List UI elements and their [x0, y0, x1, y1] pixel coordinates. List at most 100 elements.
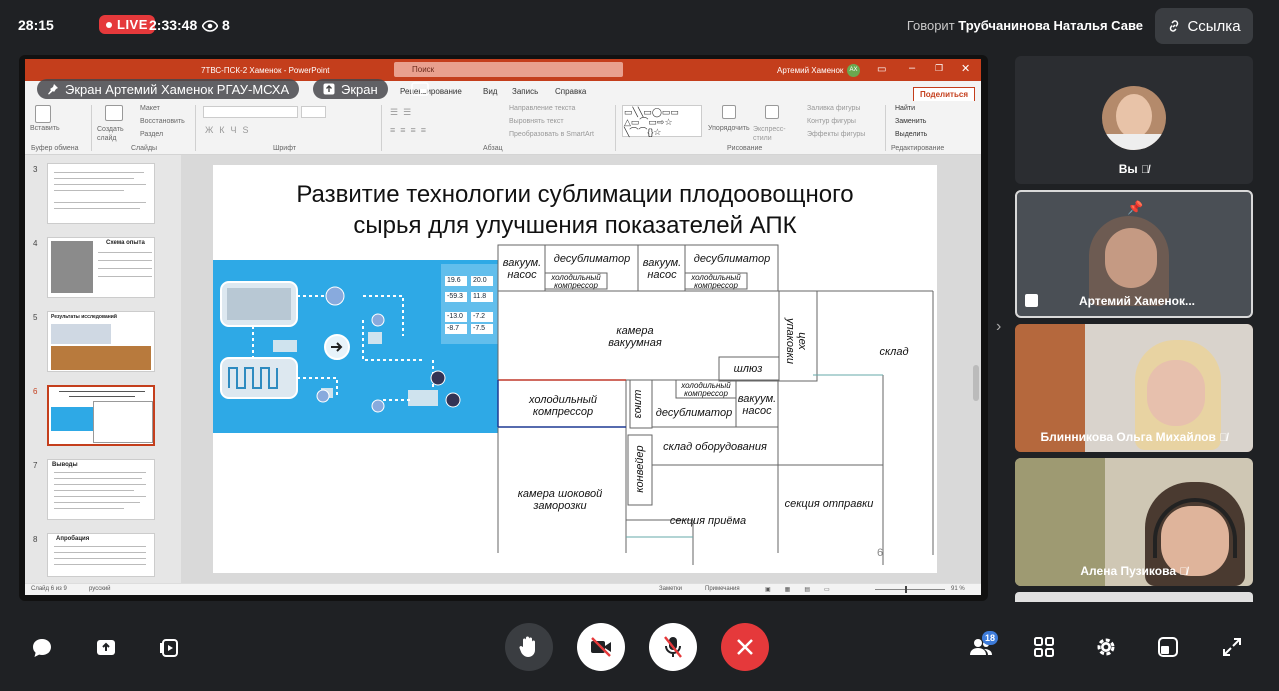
shapes-gallery[interactable]: ▭╲╲▭◯▭▭ △▭⌒▭⇨☆ ╲⌒⌒{}☆ [622, 105, 702, 137]
thumb-title: Апробация [56, 536, 90, 542]
copy-link-button[interactable]: Ссылка [1155, 8, 1253, 44]
thumb-text-line [98, 276, 152, 277]
active-speaker: Говорит Трубчанинова Наталья Саве [907, 18, 1143, 33]
paste-icon[interactable] [35, 105, 51, 123]
font-size-select[interactable] [301, 106, 326, 118]
shape-outline-button[interactable]: Контур фигуры [807, 118, 856, 125]
screen-label[interactable]: Экран [313, 79, 388, 99]
slide-canvas[interactable]: Развитие технологии сублимации плодоовощ… [213, 165, 937, 573]
grid-layout-icon[interactable] [1032, 636, 1056, 658]
section-button[interactable]: Раздел [140, 131, 163, 138]
plan-airlock: шлюз [733, 363, 763, 375]
thumb-number: 5 [33, 313, 38, 322]
thumb-slide-4[interactable]: Схема опыта [47, 237, 155, 298]
participant-tile-partial[interactable] [1015, 592, 1253, 602]
thumb-text-line [54, 190, 124, 191]
thumb-slide-6[interactable] [47, 385, 155, 446]
plan-packaging-shop: цех упаковки [784, 317, 808, 365]
leave-call-button[interactable] [721, 623, 769, 671]
thumb-text-line [54, 478, 142, 479]
plan-conveyor: конвейер [634, 445, 646, 493]
comments-button[interactable]: Примечания [705, 586, 740, 592]
zoom-slider-thumb[interactable] [905, 586, 907, 593]
thumb-table [51, 324, 111, 344]
ribbon-display-icon[interactable]: ▭ [877, 64, 886, 75]
maximize-icon[interactable]: ❐ [935, 63, 943, 74]
shared-screen[interactable]: 7ТВС-ПСК-2 Хаменок - PowerPoint Поиск Ар… [19, 55, 988, 601]
share-screen-icon[interactable] [94, 636, 118, 660]
camera-toggle-button[interactable] [577, 623, 625, 671]
participant-name: Блинникова Ольга Михайлов 🎙̸ [1015, 430, 1253, 444]
participant-name-text: Блинникова Ольга Михайлов [1040, 430, 1216, 444]
thumb-title: Схема опыта [106, 240, 145, 246]
elapsed-time: 2:33:48 [149, 17, 198, 33]
select-button[interactable]: Выделить [895, 131, 927, 138]
thumb-number: 3 [33, 165, 38, 174]
zoom-slider[interactable] [875, 589, 945, 590]
thumb-slide-8[interactable]: Апробация [47, 533, 155, 577]
ribbon-separator [615, 105, 616, 151]
menu-record[interactable]: Запись [512, 87, 538, 96]
smartart-button[interactable]: Преобразовать в SmartArt [509, 131, 594, 138]
participant-tile-self[interactable]: Вы 🎙̸ [1015, 56, 1253, 184]
close-icon[interactable]: ✕ [961, 62, 970, 75]
thumb-text-line [54, 490, 134, 491]
thumb-text-line [98, 268, 152, 269]
thumb-photo [51, 346, 151, 370]
participant-tile-blinnikova[interactable]: Блинникова Ольга Михайлов 🎙̸ [1015, 324, 1253, 452]
text-direction-button[interactable]: Направление текста [509, 105, 575, 112]
ribbon-separator [885, 105, 886, 151]
picture-in-picture-icon[interactable] [1156, 636, 1180, 658]
microphone-toggle-button[interactable] [649, 623, 697, 671]
settings-gear-icon[interactable] [1094, 636, 1118, 658]
font-name-select[interactable] [203, 106, 298, 118]
view-buttons[interactable]: ▣▦▤▭ [765, 586, 844, 593]
media-icon[interactable] [158, 636, 182, 660]
pin-icon[interactable]: 📌 [1127, 200, 1143, 216]
thumb-slide-5[interactable]: Результаты исследований [47, 311, 155, 372]
raise-hand-button[interactable] [505, 623, 553, 671]
layout-button[interactable]: Макет [140, 105, 160, 112]
thumb-text-line [54, 178, 134, 179]
pp-search-box[interactable]: Поиск [394, 62, 623, 77]
quick-styles-icon[interactable] [765, 105, 779, 119]
slide-scrollbar[interactable] [973, 365, 979, 401]
hand-icon [519, 636, 535, 657]
thumb-number: 4 [33, 239, 38, 248]
participant-tile-presenter[interactable]: 📌 Артемий Хаменок... [1015, 190, 1253, 318]
pip-icon[interactable] [411, 82, 429, 96]
reset-button[interactable]: Восстановить [140, 118, 185, 125]
list-icons[interactable]: ☰☰ [390, 107, 416, 118]
group-slides: Слайды [131, 145, 158, 152]
participants-count-badge: 18 [982, 631, 999, 645]
align-text-button[interactable]: Выровнять текст [509, 118, 564, 125]
align-icons[interactable]: ≡≡≡≡ [390, 125, 431, 135]
shape-effects-button[interactable]: Эффекты фигуры [807, 131, 865, 138]
group-editing: Редактирование [891, 145, 945, 152]
arrange-icon[interactable] [722, 105, 736, 119]
fullscreen-icon[interactable] [1220, 636, 1244, 658]
menu-view[interactable]: Вид [483, 87, 497, 96]
notes-button[interactable]: Заметки [659, 586, 682, 592]
pp-share-button[interactable]: Поделиться [912, 87, 975, 102]
thumb-slide-7[interactable]: Выводы [47, 459, 155, 520]
menu-review[interactable]: Рецензирование [400, 87, 462, 96]
pp-user-name: Артемий Хаменок [777, 66, 844, 75]
thumb-text-line [54, 472, 146, 473]
thumb-slide-3[interactable] [47, 163, 155, 224]
thumb-plan [93, 401, 153, 443]
font-format-icons[interactable]: ЖКЧS [205, 125, 255, 135]
minimize-icon[interactable]: – [909, 62, 915, 74]
collapse-panel-icon[interactable]: › [996, 318, 1001, 336]
thumb-text-line [54, 552, 146, 553]
participant-tile-puzikova[interactable]: Алена Пузикова 🎙̸ [1015, 458, 1253, 586]
replace-button[interactable]: Заменить [895, 118, 926, 125]
menu-help[interactable]: Справка [555, 87, 586, 96]
find-button[interactable]: Найти [895, 105, 915, 112]
chat-icon[interactable] [30, 636, 54, 660]
plan-vacuum-pump: вакуум. насос [502, 257, 542, 281]
thumb-text-line [54, 502, 140, 503]
shape-fill-button[interactable]: Заливка фигуры [807, 105, 860, 112]
plan-fridge-compressor-small: холодильный компрессор [691, 273, 741, 290]
new-slide-icon[interactable] [105, 105, 123, 121]
